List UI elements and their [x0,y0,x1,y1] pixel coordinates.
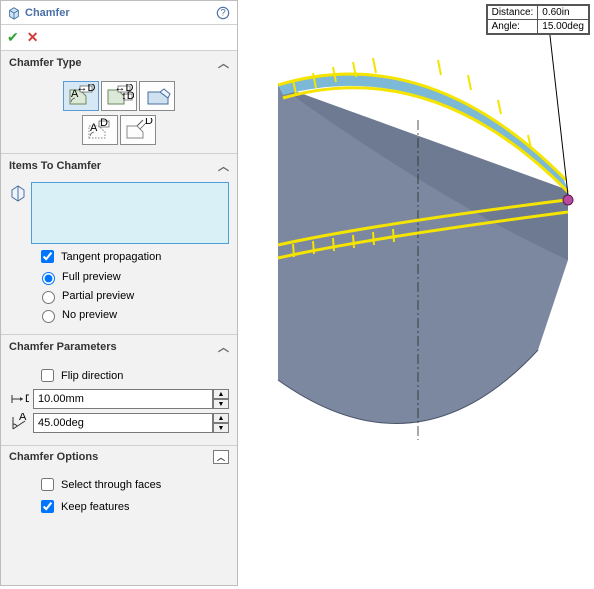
svg-text:A: A [71,88,79,100]
section-body-params: Flip direction D ▲ ▼ A ▲ ▼ [1,359,237,446]
svg-text:A: A [90,122,98,134]
distance-input[interactable] [33,389,213,409]
section-header-chamfer-type[interactable]: Chamfer Type ︿ [1,51,237,75]
help-button[interactable]: ? [215,5,231,21]
section-title: Chamfer Type [9,57,82,69]
no-preview-radio[interactable] [42,310,55,323]
panel-title: Chamfer [25,7,215,19]
chamfer-type-vertex[interactable] [139,81,175,111]
svg-text:D: D [25,393,29,405]
property-manager-panel: Chamfer ? ✔ ✕ Chamfer Type ︿ ↔DA ↔D↕D DA [0,0,238,586]
callout-distance-value[interactable]: 0.60in [538,6,589,20]
section-body-items: Tangent propagation Full preview Partial… [1,178,237,335]
graphics-viewport[interactable]: Distance: 0.60in Angle: 15.00deg [238,0,594,586]
section-header-items[interactable]: Items To Chamfer ︿ [1,154,237,178]
section-title: Chamfer Options [9,451,98,463]
angle-spin-down[interactable]: ▼ [213,423,229,433]
model-preview [238,0,594,586]
svg-text:↔D: ↔D [77,84,96,94]
full-preview-radio[interactable] [42,272,55,285]
svg-text:?: ? [220,7,225,18]
svg-text:A: A [19,413,27,423]
flip-direction-label: Flip direction [61,370,123,382]
options-expand-button[interactable]: ︿ [213,450,229,464]
section-title: Chamfer Parameters [9,341,117,353]
chamfer-feature-icon [7,6,21,20]
angle-spin-up[interactable]: ▲ [213,413,229,423]
section-body-options: Select through faces Keep features [1,468,237,527]
keep-features-checkbox[interactable] [41,500,54,513]
dimension-callout[interactable]: Distance: 0.60in Angle: 15.00deg [486,4,590,35]
distance-icon: D [9,389,29,409]
chevron-up-icon: ︿ [218,55,229,71]
chamfer-type-face-face[interactable]: D [120,115,156,145]
partial-preview-radio[interactable] [42,291,55,304]
distance-spin-up[interactable]: ▲ [213,389,229,399]
svg-text:↕D: ↕D [121,90,134,102]
svg-text:D: D [145,118,153,127]
section-title: Items To Chamfer [9,160,101,172]
tangent-propagation-checkbox[interactable] [41,250,54,263]
ok-cancel-bar: ✔ ✕ [1,25,237,51]
items-selection-list[interactable] [31,182,229,244]
cancel-button[interactable]: ✕ [27,29,39,46]
section-header-options[interactable]: Chamfer Options ︿ [1,446,237,468]
titlebar: Chamfer ? [1,1,237,25]
select-through-faces-checkbox[interactable] [41,478,54,491]
flip-direction-checkbox[interactable] [41,369,54,382]
svg-text:D: D [100,118,108,129]
chevron-up-icon: ︿ [218,158,229,174]
distance-spin-down[interactable]: ▼ [213,399,229,409]
no-preview-label: No preview [62,309,117,321]
keep-features-label: Keep features [61,501,130,513]
chevron-up-icon: ︿ [218,339,229,355]
angle-icon: A [9,413,29,433]
chamfer-type-distance-distance[interactable]: ↔D↕D [101,81,137,111]
chamfer-type-angle-distance[interactable]: ↔DA [63,81,99,111]
tangent-propagation-label: Tangent propagation [61,251,161,263]
select-through-faces-label: Select through faces [61,479,161,491]
section-header-params[interactable]: Chamfer Parameters ︿ [1,335,237,359]
chamfer-type-offset-face[interactable]: DA [82,115,118,145]
full-preview-label: Full preview [62,271,121,283]
selection-filter-icon[interactable] [9,184,27,202]
angle-input[interactable] [33,413,213,433]
callout-angle-value[interactable]: 15.00deg [538,20,589,34]
section-body-chamfer-type: ↔DA ↔D↕D DA D [1,75,237,154]
partial-preview-label: Partial preview [62,290,134,302]
callout-angle-label: Angle: [487,20,538,34]
callout-distance-label: Distance: [487,6,538,20]
ok-button[interactable]: ✔ [7,29,19,46]
